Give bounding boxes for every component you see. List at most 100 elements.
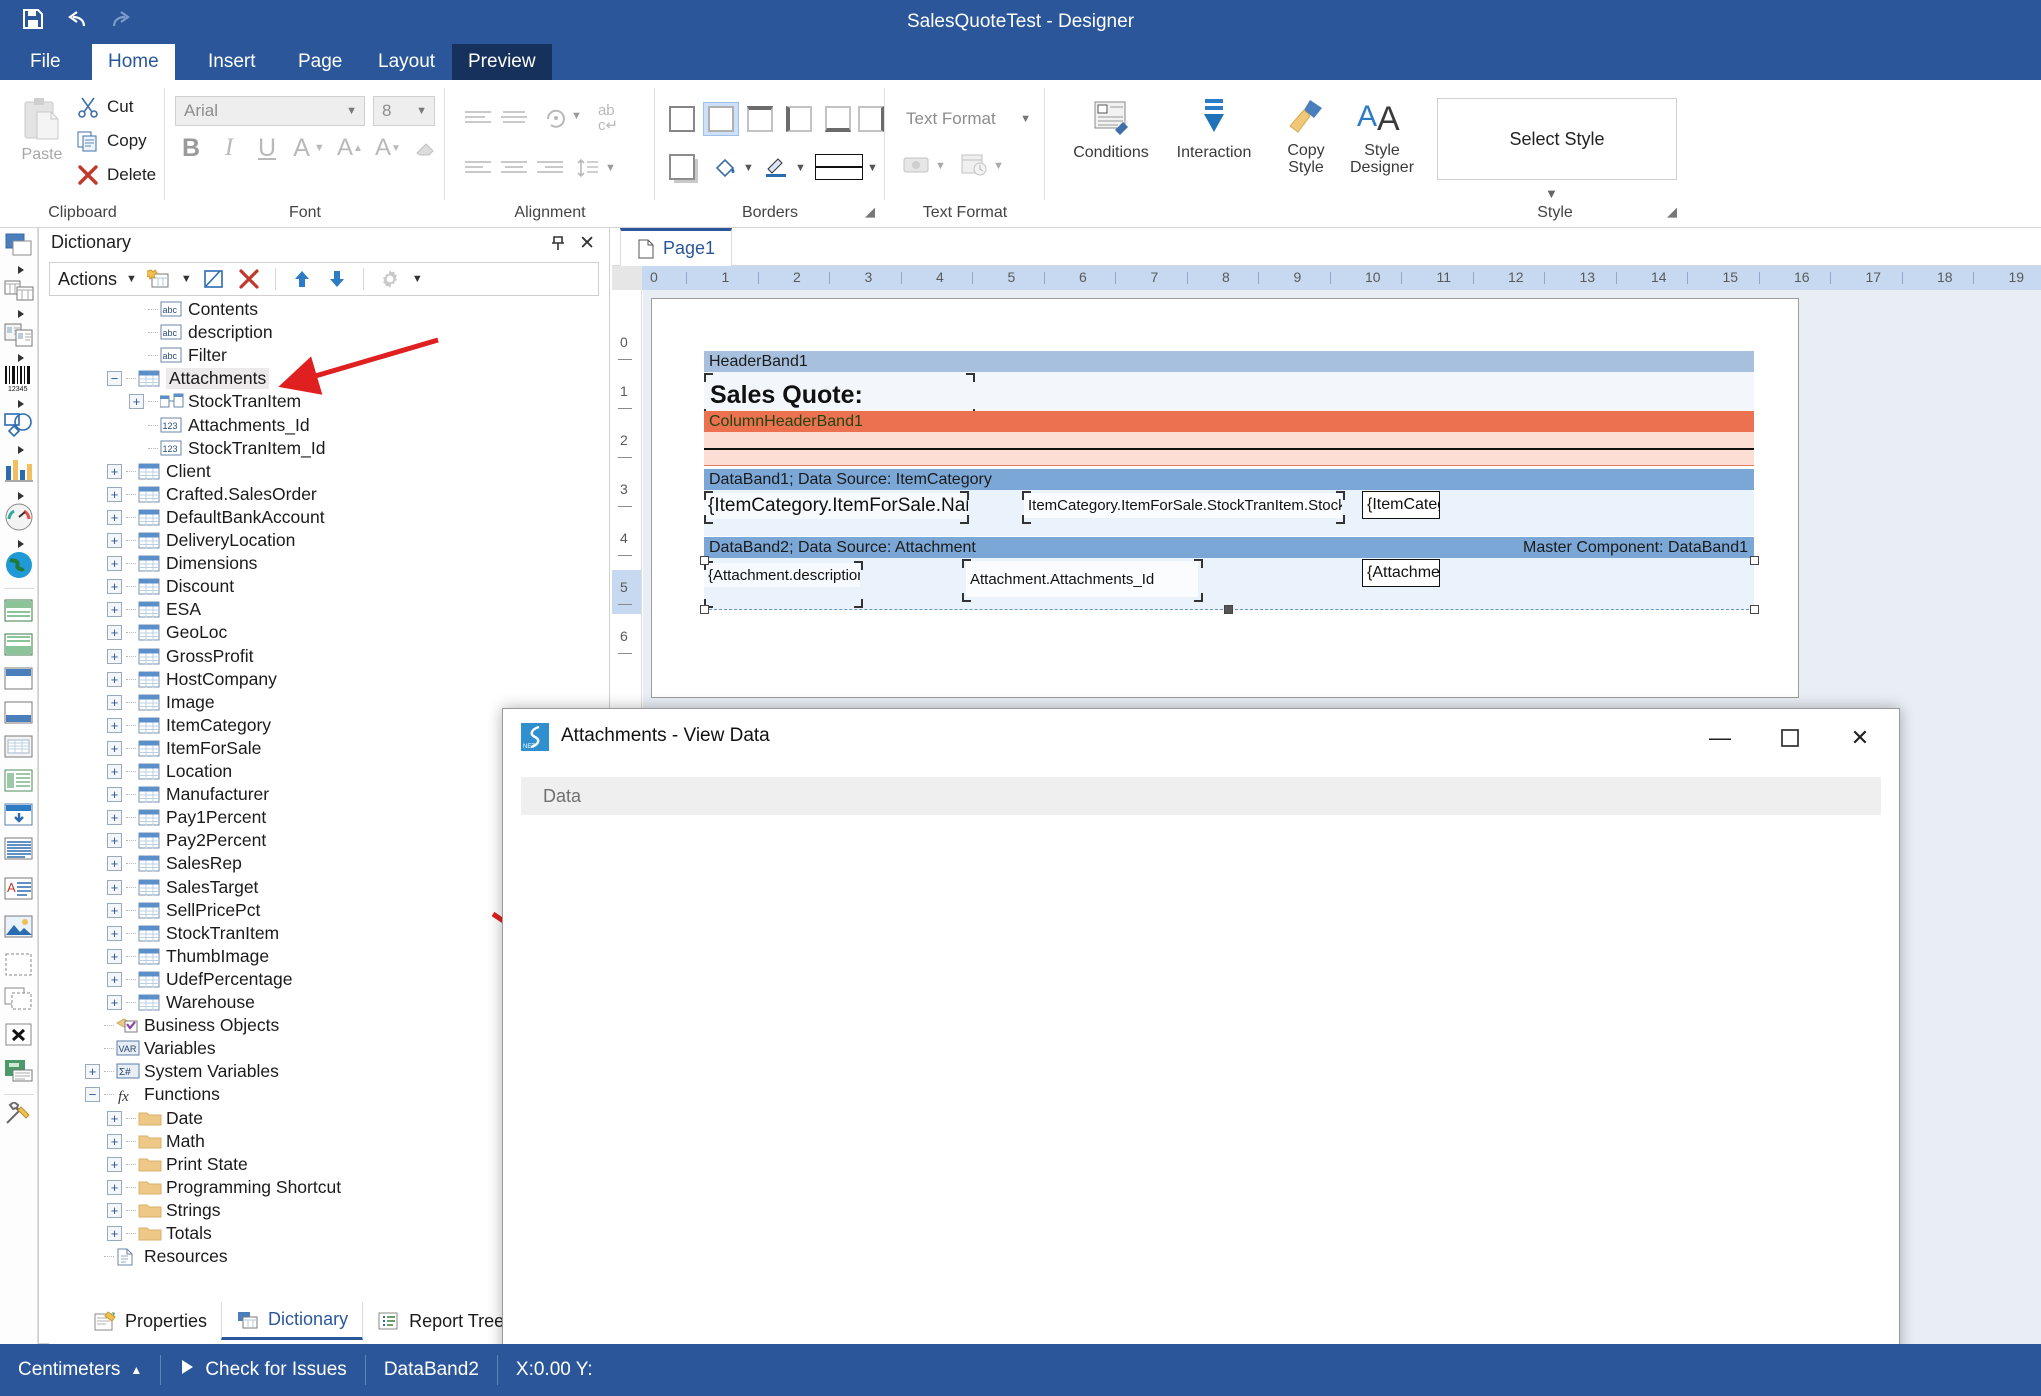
tree-item-description[interactable]: abc description [129, 321, 273, 344]
data-grid-header[interactable]: Data [521, 777, 1881, 815]
report-page[interactable]: HeaderBand1 Sales Quote: ColumnHeaderBan… [651, 298, 1799, 698]
move-down-icon[interactable] [324, 266, 350, 292]
tree-item-stocktranitem-id[interactable]: 123 StockTranItem_Id [129, 437, 325, 460]
tree-item-grossprofit[interactable]: + GrossProfit [107, 645, 254, 668]
delete-icon[interactable] [236, 266, 262, 292]
tree-item-manufacturer[interactable]: + Manufacturer [107, 783, 269, 806]
expand-icon[interactable]: + [107, 625, 122, 641]
tree-item-totals[interactable]: + Totals [107, 1222, 212, 1245]
conditions-button[interactable]: Conditions [1065, 96, 1157, 161]
status-check-issues[interactable]: Check for Issues [161, 1353, 365, 1387]
barcode-icon[interactable]: 12345 [4, 364, 34, 394]
tree-item-defaultbankaccount[interactable]: + DefaultBankAccount [107, 506, 325, 529]
status-units[interactable]: Centimeters ▲ [0, 1353, 160, 1387]
tree-item-udefpercentage[interactable]: + UdefPercentage [107, 968, 292, 991]
expand-icon[interactable]: + [107, 694, 122, 710]
select-style-gallery[interactable]: Select Style [1437, 98, 1677, 180]
collapse-icon[interactable]: − [85, 1087, 100, 1103]
tree-item-math[interactable]: + Math [107, 1130, 205, 1153]
bold-button[interactable]: B [175, 132, 207, 164]
fill-color-icon[interactable] [711, 152, 741, 182]
tree-item-print-state[interactable]: + Print State [107, 1153, 248, 1176]
maximize-icon[interactable] [1755, 709, 1825, 767]
tree-item-location[interactable]: + Location [107, 760, 232, 783]
cross-dropdown-arrow[interactable] [16, 350, 26, 362]
data-grid-body[interactable] [521, 815, 1881, 1355]
tab-report-tree[interactable]: Report Tree [363, 1302, 518, 1340]
tree-item-itemforsale[interactable]: + ItemForSale [107, 737, 261, 760]
text-lines-icon[interactable] [4, 836, 34, 866]
border-style-caret[interactable]: ▼ [867, 162, 878, 174]
pages-dropdown-arrow[interactable] [16, 262, 26, 274]
copy-button[interactable]: Copy [76, 130, 147, 152]
tab-dictionary[interactable]: Dictionary [221, 1302, 364, 1340]
rotate-text-icon[interactable] [541, 104, 571, 132]
settings-caret-icon[interactable]: ▼ [412, 273, 423, 285]
tools-icon[interactable] [4, 1100, 34, 1132]
edit-icon[interactable] [201, 266, 227, 292]
expand-icon[interactable]: + [107, 1156, 122, 1172]
expand-icon[interactable]: + [107, 764, 122, 779]
component-attachment-attachments-id[interactable]: Attachment.Attachments_Id [966, 561, 1198, 597]
tree-item-warehouse[interactable]: + Warehouse [107, 991, 255, 1014]
tree-item-resources[interactable]: Resources [85, 1245, 228, 1268]
component-itemcategory-name[interactable]: {ItemCategory.ItemForSale.Name} [704, 493, 968, 519]
border-top-icon[interactable] [747, 106, 773, 132]
expand-icon[interactable]: + [107, 1133, 122, 1149]
expand-icon[interactable]: + [107, 579, 122, 595]
expand-icon[interactable]: + [107, 463, 122, 479]
component-attachment-a[interactable]: {Attachment.A [1362, 559, 1440, 587]
map-icon[interactable] [4, 550, 34, 580]
selection-handle[interactable] [700, 605, 709, 614]
gauge-dropdown-arrow[interactable] [16, 536, 26, 548]
expand-icon[interactable]: + [107, 1226, 122, 1241]
sub-report-icon[interactable] [4, 1058, 34, 1088]
tree-item-pay2percent[interactable]: + Pay2Percent [107, 829, 266, 852]
underline-button[interactable]: U [251, 132, 283, 164]
header-band-icon[interactable] [4, 598, 34, 628]
line-spacing-icon[interactable] [573, 154, 603, 182]
border-bottom-icon[interactable] [825, 106, 851, 132]
close-icon[interactable]: ✕ [579, 232, 595, 255]
interaction-button[interactable]: Interaction [1165, 96, 1263, 161]
paste-button[interactable]: Paste [14, 96, 70, 163]
expand-icon[interactable]: + [107, 833, 122, 849]
tree-item-thumbimage[interactable]: + ThumbImage [107, 945, 269, 968]
panel-icon[interactable] [4, 952, 34, 982]
italic-button[interactable]: I [213, 132, 245, 164]
tree-item-stocktranitem[interactable]: + StockTranItem [107, 922, 279, 945]
tab-file[interactable]: File [14, 44, 77, 80]
tree-item-geoloc[interactable]: + GeoLoc [107, 621, 227, 644]
tree-item-salestarget[interactable]: + SalesTarget [107, 876, 258, 899]
expand-icon[interactable]: + [107, 902, 122, 918]
fill-color-caret[interactable]: ▼ [743, 162, 754, 174]
currency-caret[interactable]: ▼ [935, 160, 946, 172]
border-all-icon[interactable] [669, 106, 695, 132]
expand-icon[interactable]: + [107, 1110, 122, 1126]
tree-item-sellpricepct[interactable]: + SellPricePct [107, 899, 260, 922]
tree-item-stocktranitem[interactable]: + StockTranItem [129, 390, 301, 413]
caret-up-icon[interactable]: ▲ [130, 1363, 142, 1377]
rotate-dropdown-caret[interactable]: ▼ [571, 110, 582, 122]
data-band-icon[interactable] [4, 734, 34, 764]
tab-home[interactable]: Home [92, 44, 175, 80]
expand-icon[interactable]: + [107, 671, 122, 687]
selection-handle[interactable] [1224, 605, 1233, 614]
tab-insert[interactable]: Insert [192, 44, 272, 80]
expand-icon[interactable]: + [107, 1179, 122, 1195]
expand-icon[interactable]: + [107, 971, 122, 987]
selection-handle[interactable] [1750, 605, 1759, 614]
border-style-icon[interactable] [815, 154, 863, 180]
font-size-combo[interactable]: 8 ▼ [373, 96, 435, 126]
currency-format-icon[interactable] [899, 150, 933, 180]
component-itemcategory-short[interactable]: {ItemCategory [1362, 491, 1440, 519]
expand-icon[interactable]: + [107, 648, 122, 664]
tab-layout[interactable]: Layout [362, 44, 451, 80]
page-tab-page1[interactable]: Page1 [620, 228, 733, 266]
tree-item-date[interactable]: + Date [107, 1107, 203, 1130]
new-item-icon[interactable] [146, 266, 172, 292]
footer-band-icon[interactable] [4, 632, 34, 662]
tab-properties[interactable]: Properties [79, 1302, 221, 1340]
barcode-dropdown-arrow[interactable] [16, 396, 26, 408]
delete-button[interactable]: Delete [76, 164, 156, 186]
